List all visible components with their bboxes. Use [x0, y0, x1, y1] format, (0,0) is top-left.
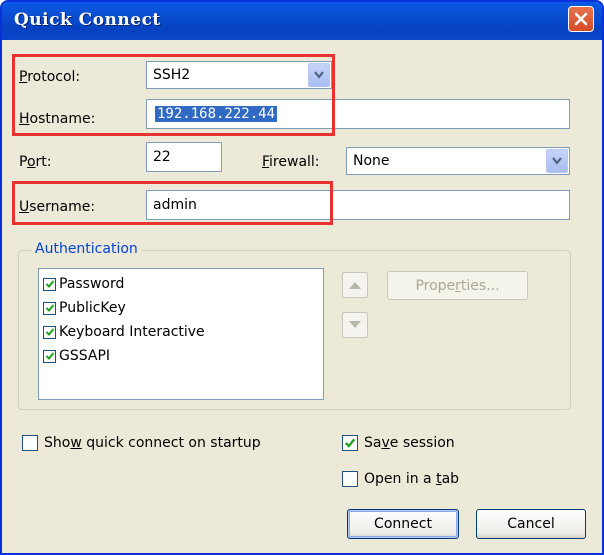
chevron-down-icon [552, 157, 562, 165]
port-input[interactable]: 22 [146, 142, 222, 172]
username-input[interactable]: admin [146, 190, 570, 220]
port-value: 22 [153, 149, 171, 165]
move-up-button[interactable] [342, 272, 368, 298]
protocol-dropdown-button[interactable] [308, 63, 330, 87]
protocol-select[interactable]: SSH2 [146, 61, 332, 89]
list-item-password[interactable]: Password [43, 273, 124, 295]
username-value: admin [153, 197, 197, 213]
gssapi-checkbox[interactable] [43, 349, 56, 363]
arrow-up-icon [349, 282, 361, 289]
firewall-dropdown-button[interactable] [546, 149, 568, 173]
open-in-tab-option[interactable]: Open in a tab [342, 471, 459, 487]
title-bar[interactable]: Quick Connect [2, 2, 602, 40]
firewall-label: Firewall: [262, 154, 320, 170]
list-item-label: PublicKey [59, 300, 126, 316]
show-quick-connect-checkbox[interactable] [22, 435, 38, 451]
keyboard-interactive-checkbox[interactable] [43, 325, 56, 339]
window-title: Quick Connect [14, 10, 161, 30]
list-item-label: GSSAPI [59, 348, 111, 364]
list-item-label: Keyboard Interactive [59, 324, 205, 340]
list-item-keyboard-interactive[interactable]: Keyboard Interactive [43, 321, 205, 343]
checkmark-icon [45, 352, 54, 360]
properties-button[interactable]: Prope r ties... [387, 271, 528, 300]
protocol-label: Protocol: [19, 69, 81, 85]
hostname-input[interactable]: 192.168.222.44 [146, 99, 570, 129]
chevron-down-icon [314, 71, 324, 79]
move-down-button[interactable] [342, 312, 368, 338]
save-session-option[interactable]: Save session [342, 435, 455, 451]
protocol-value: SSH2 [153, 67, 191, 83]
checkmark-icon [45, 304, 54, 312]
firewall-select[interactable]: None [346, 147, 570, 175]
port-label: Port: [19, 154, 52, 170]
password-checkbox[interactable] [43, 277, 56, 291]
firewall-value: None [353, 153, 390, 169]
open-in-tab-label: Open in a tab [364, 471, 460, 487]
show-quick-connect-option[interactable]: Show quick connect on startup [22, 435, 261, 451]
checkmark-icon [344, 438, 356, 448]
close-button[interactable] [568, 6, 594, 32]
checkmark-icon [45, 328, 54, 336]
list-item-publickey[interactable]: PublicKey [43, 297, 126, 319]
show-quick-connect-label: Show quick connect on startup [44, 435, 261, 451]
arrow-down-icon [349, 321, 361, 328]
authentication-group-title: Authentication [32, 241, 141, 257]
username-label: Username: [19, 199, 96, 215]
save-session-checkbox[interactable] [342, 435, 358, 451]
hostname-value: 192.168.222.44 [155, 106, 278, 122]
open-in-tab-checkbox[interactable] [342, 471, 358, 487]
list-item-label: Password [59, 276, 125, 292]
hostname-label: Hostname: [19, 111, 96, 127]
close-icon [574, 12, 588, 26]
save-session-label: Save session [364, 435, 455, 451]
quick-connect-dialog: Quick Connect Protocol: SSH2 Hostname: 1… [0, 0, 604, 555]
connect-button[interactable]: Connect [347, 509, 459, 539]
publickey-checkbox[interactable] [43, 301, 56, 315]
authentication-method-list[interactable]: Password PublicKey Keyboard Interactive … [38, 268, 324, 400]
list-item-gssapi[interactable]: GSSAPI [43, 345, 110, 367]
checkmark-icon [45, 280, 54, 288]
cancel-button[interactable]: Cancel [476, 509, 586, 539]
